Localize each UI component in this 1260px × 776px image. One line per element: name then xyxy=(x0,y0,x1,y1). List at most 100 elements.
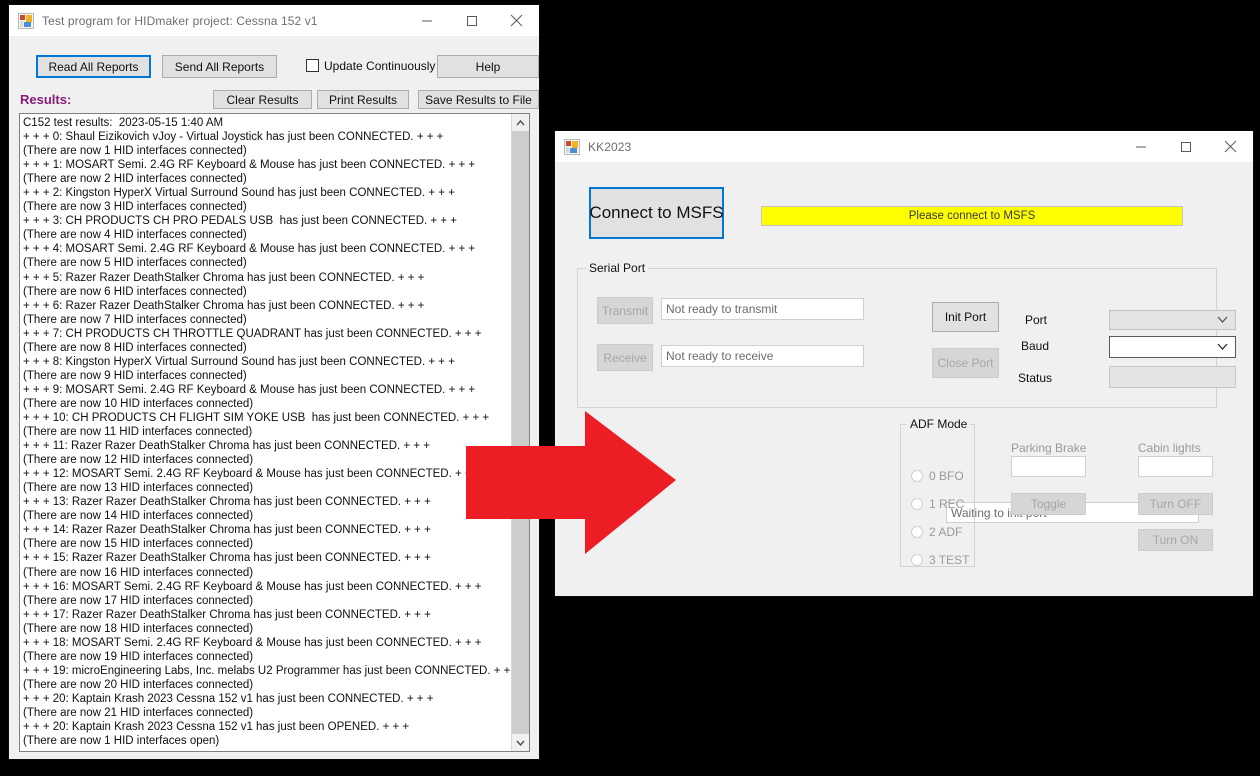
results-line: + + + 12: MOSART Semi. 2.4G RF Keyboard … xyxy=(23,468,482,481)
results-line: (There are now 7 HID interfaces connecte… xyxy=(23,313,247,326)
close-icon[interactable] xyxy=(494,5,539,36)
adf-option-0[interactable]: 0 BFO xyxy=(911,469,964,483)
serial-port-group-title: Serial Port xyxy=(586,261,649,275)
cabin-lights-off-button[interactable]: Turn OFF xyxy=(1138,493,1213,515)
results-line: + + + 0: Shaul Eizikovich vJoy - Virtual… xyxy=(23,131,444,144)
results-line: + + + 4: MOSART Semi. 2.4G RF Keyboard &… xyxy=(23,243,476,256)
parking-brake-field xyxy=(1011,456,1086,477)
adf-option-2[interactable]: 2 ADF xyxy=(911,525,962,539)
red-right-arrow-icon xyxy=(466,411,676,554)
results-line: + + + 8: Kingston HyperX Virtual Surroun… xyxy=(23,355,455,368)
results-line: (There are now 10 HID interfaces connect… xyxy=(23,397,254,410)
window1-titlebar[interactable]: Test program for HIDmaker project: Cessn… xyxy=(9,5,539,36)
update-continuously-checkbox[interactable] xyxy=(306,59,319,72)
transmit-button[interactable]: Transmit xyxy=(597,297,653,324)
results-line: (There are now 2 HID interfaces connecte… xyxy=(23,173,247,186)
init-port-button[interactable]: Init Port xyxy=(932,302,999,332)
results-line: + + + 5: Razer Razer DeathStalker Chroma… xyxy=(23,271,425,284)
adf-option-2-label: 2 ADF xyxy=(929,525,963,539)
scroll-up-icon[interactable] xyxy=(512,114,529,131)
status-label: Status xyxy=(1018,371,1053,385)
minimize-icon[interactable] xyxy=(1118,131,1163,162)
save-results-button[interactable]: Save Results to File xyxy=(418,90,539,109)
baud-label: Baud xyxy=(1021,339,1050,353)
results-line: (There are now 16 HID interfaces connect… xyxy=(23,566,254,579)
port-select[interactable] xyxy=(1109,310,1236,330)
results-line: (There are now 5 HID interfaces connecte… xyxy=(23,257,247,270)
scroll-down-icon[interactable] xyxy=(512,734,529,751)
results-line: + + + 16: MOSART Semi. 2.4G RF Keyboard … xyxy=(23,580,482,593)
app-icon xyxy=(18,12,34,29)
results-line: + + + 13: Razer Razer DeathStalker Chrom… xyxy=(23,496,431,509)
maximize-icon[interactable] xyxy=(449,5,494,36)
results-line: (There are now 15 HID interfaces connect… xyxy=(23,538,254,551)
baud-select[interactable] xyxy=(1109,336,1236,358)
hidmaker-test-window: Test program for HIDmaker project: Cessn… xyxy=(8,4,540,760)
adf-option-1[interactable]: 1 REC xyxy=(911,497,964,511)
results-line: + + + 15: Razer Razer DeathStalker Chrom… xyxy=(23,552,431,565)
clear-results-button[interactable]: Clear Results xyxy=(213,90,312,109)
read-all-reports-button[interactable]: Read All Reports xyxy=(36,55,151,78)
results-line: (There are now 11 HID interfaces connect… xyxy=(23,426,253,439)
results-line: (There are now 21 HID interfaces connect… xyxy=(23,706,254,719)
results-line: (There are now 20 HID interfaces connect… xyxy=(23,678,254,691)
results-line: + + + 17: Razer Razer DeathStalker Chrom… xyxy=(23,608,431,621)
results-line: + + + 9: MOSART Semi. 2.4G RF Keyboard &… xyxy=(23,383,476,396)
serial-port-group: Serial Port Transmit Not ready to transm… xyxy=(577,261,1236,408)
parking-brake-label: Parking Brake xyxy=(1011,441,1087,455)
adf-mode-group-title: ADF Mode xyxy=(907,417,971,431)
results-line: C152 test results: 2023-05-15 1:40 AM xyxy=(23,117,224,129)
results-line: + + + 18: MOSART Semi. 2.4G RF Keyboard … xyxy=(23,636,482,649)
results-line: + + + 14: Razer Razer DeathStalker Chrom… xyxy=(23,524,431,537)
results-line: (There are now 17 HID interfaces connect… xyxy=(23,594,254,607)
results-line: + + + 1: MOSART Semi. 2.4G RF Keyboard &… xyxy=(23,159,476,172)
port-label: Port xyxy=(1025,313,1048,327)
adf-option-0-label: 0 BFO xyxy=(929,469,964,483)
send-all-reports-button[interactable]: Send All Reports xyxy=(162,55,277,78)
window2-controls xyxy=(1118,131,1253,162)
results-line: (There are now 19 HID interfaces connect… xyxy=(23,650,254,663)
radio-icon xyxy=(911,470,923,482)
results-line: (There are now 13 HID interfaces connect… xyxy=(23,482,254,495)
cabin-lights-label: Cabin lights xyxy=(1138,441,1201,455)
app-icon xyxy=(564,138,580,155)
receive-status-field: Not ready to receive xyxy=(661,345,864,367)
transmit-status-field: Not ready to transmit xyxy=(661,298,864,320)
minimize-icon[interactable] xyxy=(404,5,449,36)
help-button[interactable]: Help xyxy=(437,55,539,78)
msfs-status-banner: Please connect to MSFS xyxy=(761,206,1183,226)
results-line: + + + 19: microEngineering Labs, Inc. me… xyxy=(23,664,511,677)
results-label: Results: xyxy=(20,92,72,107)
maximize-icon[interactable] xyxy=(1163,131,1208,162)
results-line: (There are now 6 HID interfaces connecte… xyxy=(23,285,247,298)
results-line: + + + 2: Kingston HyperX Virtual Surroun… xyxy=(23,187,455,200)
connect-to-msfs-button[interactable]: Connect to MSFS xyxy=(589,187,724,239)
results-line: + + + 20: Kaptain Krash 2023 Cessna 152 … xyxy=(23,721,410,734)
receive-button[interactable]: Receive xyxy=(597,344,653,371)
window1-title: Test program for HIDmaker project: Cessn… xyxy=(42,13,318,28)
window1-controls xyxy=(404,5,539,36)
adf-option-3[interactable]: 3 TEST xyxy=(911,553,969,567)
results-line: + + + 10: CH PRODUCTS CH FLIGHT SIM YOKE… xyxy=(23,411,490,424)
results-text-content: C152 test results: 2023-05-15 1:40 AM + +… xyxy=(20,114,511,751)
results-textbox[interactable]: C152 test results: 2023-05-15 1:40 AM + +… xyxy=(19,113,530,752)
radio-icon xyxy=(911,526,923,538)
chevron-down-icon xyxy=(1217,316,1228,325)
window2-title: KK2023 xyxy=(588,139,632,154)
results-line: + + + 3: CH PRODUCTS CH PRO PEDALS USB h… xyxy=(23,215,457,228)
chevron-down-icon xyxy=(1217,343,1228,352)
adf-option-1-label: 1 REC xyxy=(929,497,965,511)
adf-option-3-label: 3 TEST xyxy=(929,553,970,567)
close-port-button[interactable]: Close Port xyxy=(932,348,999,378)
print-results-button[interactable]: Print Results xyxy=(317,90,409,109)
results-line: + + + 7: CH PRODUCTS CH THROTTLE QUADRAN… xyxy=(23,327,482,340)
close-icon[interactable] xyxy=(1208,131,1253,162)
window2-titlebar[interactable]: KK2023 xyxy=(555,131,1253,162)
results-line: (There are now 8 HID interfaces connecte… xyxy=(23,341,247,354)
parking-brake-toggle-button[interactable]: Toggle xyxy=(1011,493,1086,515)
results-line: (There are now 12 HID interfaces connect… xyxy=(23,454,254,467)
results-line: (There are now 1 HID interfaces connecte… xyxy=(23,145,247,158)
update-continuously-label: Update Continuously xyxy=(324,59,436,73)
cabin-lights-on-button[interactable]: Turn ON xyxy=(1138,529,1213,551)
radio-icon xyxy=(911,554,923,566)
